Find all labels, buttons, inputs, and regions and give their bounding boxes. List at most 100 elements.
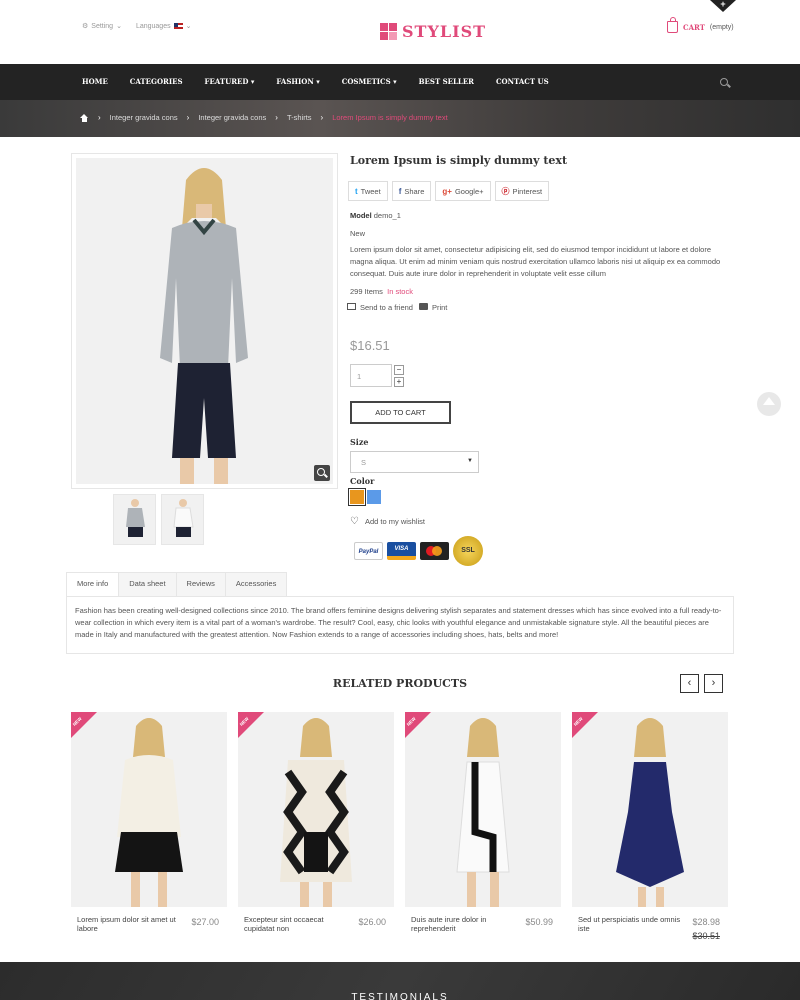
setting-dropdown[interactable]: ⚙ Setting ⌄ <box>82 22 122 31</box>
top-bar: ⚙ Setting ⌄ Languages ⌄ STYLIST CART (emp… <box>0 0 800 64</box>
nav-best-seller[interactable]: BEST SELLER <box>419 77 474 86</box>
language-dropdown[interactable]: Languages ⌄ <box>136 22 192 31</box>
chevron-right-icon: › <box>275 113 278 122</box>
tab-panel-more-info: Fashion has been creating well-designed … <box>66 596 734 654</box>
scroll-top-button[interactable] <box>757 392 781 416</box>
thumb-grey-sweater <box>126 499 145 537</box>
color-swatch-orange[interactable] <box>348 488 366 506</box>
stock-status: In stock <box>387 287 413 296</box>
plus-icon[interactable]: + <box>710 0 736 12</box>
twitter-icon: t <box>355 186 358 196</box>
facebook-share-button[interactable]: f Share <box>391 181 432 201</box>
model-grey-sweater-image <box>160 168 248 484</box>
nav-featured[interactable]: FEATURED ▾ <box>205 77 255 86</box>
ssl-badge-icon: SSL <box>453 536 483 566</box>
tab-reviews[interactable]: Reviews <box>175 572 226 596</box>
shopping-bag-icon <box>667 17 678 33</box>
paypal-icon: PayPal <box>354 542 383 560</box>
model-geometric-cardigan-image <box>280 718 352 907</box>
breadcrumb-current: Lorem Ipsum is simply dummy text <box>332 113 448 122</box>
product-price: $50.99 <box>525 917 553 927</box>
product-title: Lorem Ipsum is simply dummy text <box>350 154 568 167</box>
add-to-wishlist-link[interactable]: ♡ Add to my wishlist <box>350 515 425 527</box>
old-price: $30.51 <box>692 931 720 941</box>
testimonials-section: TESTIMONIALS <box>0 962 800 1000</box>
visa-icon: VISA <box>387 542 416 560</box>
size-label: Size <box>350 437 369 447</box>
carousel-prev-button[interactable]: ‹ <box>680 674 699 693</box>
product-price: $16.51 <box>350 338 390 353</box>
zoom-icon[interactable] <box>314 465 330 481</box>
product-image[interactable]: NEW <box>405 712 561 907</box>
product-image[interactable]: NEW <box>238 712 394 907</box>
breadcrumb-link[interactable]: Integer gravida cons <box>110 113 178 122</box>
brand-logo[interactable]: STYLIST <box>380 22 486 41</box>
brand-name: STYLIST <box>402 22 487 41</box>
action-links: Send to a friend Print <box>347 303 447 312</box>
thumbnail-1[interactable] <box>113 494 156 545</box>
heart-icon: ♡ <box>350 515 359 527</box>
nav-cosmetics[interactable]: COSMETICS ▾ <box>342 77 397 86</box>
gear-icon: ⚙ <box>82 23 89 30</box>
product-price: $26.00 <box>358 917 386 927</box>
size-select[interactable]: S ▼ <box>350 451 479 473</box>
carousel-next-button[interactable]: › <box>704 674 723 693</box>
product-image[interactable]: NEW <box>71 712 227 907</box>
tab-data-sheet[interactable]: Data sheet <box>118 572 177 596</box>
product-tabs: More info Data sheet Reviews Accessories <box>66 572 288 597</box>
product-image[interactable]: NEW <box>572 712 728 907</box>
google-plus-icon: g+ <box>442 186 452 196</box>
product-name[interactable]: Excepteur sint occaecat cupidatat non <box>244 915 349 933</box>
product-photo <box>76 158 333 484</box>
nav-fashion[interactable]: FASHION ▾ <box>276 77 319 86</box>
print-link[interactable]: Print <box>418 303 447 312</box>
quantity-decrease-button[interactable]: − <box>394 365 404 375</box>
breadcrumb-link[interactable]: Integer gravida cons <box>198 113 266 122</box>
stock-info: 299 Items In stock <box>350 287 413 296</box>
search-icon[interactable] <box>720 78 728 86</box>
model-navy-dress-image <box>616 718 684 907</box>
breadcrumb: › Integer gravida cons › Integer gravida… <box>0 100 800 137</box>
quantity-input[interactable]: 1 <box>350 364 392 387</box>
us-flag-icon <box>173 23 183 29</box>
logo-mark-icon <box>380 23 397 40</box>
chevron-right-icon: › <box>320 113 324 122</box>
google-plus-button[interactable]: g+ Google+ <box>435 181 491 201</box>
thumbnail-2[interactable] <box>161 494 204 545</box>
related-product-card[interactable]: NEW Duis aute irure dolor in reprehender… <box>405 712 561 933</box>
facebook-icon: f <box>398 186 402 196</box>
condition: New <box>350 229 366 238</box>
quantity-increase-button[interactable]: + <box>394 377 404 387</box>
product-main-image[interactable] <box>71 153 338 489</box>
payment-methods: PayPal VISA SSL <box>354 536 483 566</box>
tweet-button[interactable]: t Tweet <box>348 181 388 201</box>
tab-accessories[interactable]: Accessories <box>224 572 288 596</box>
product-name[interactable]: Sed ut perspiciatis unde omnis iste <box>578 915 683 933</box>
nav-categories[interactable]: CATEGORIES <box>130 77 183 86</box>
related-product-card[interactable]: NEW Lorem ipsum dolor sit amet ut labore… <box>71 712 227 933</box>
add-to-cart-button[interactable]: ADD TO CART <box>350 401 451 424</box>
breadcrumb-link[interactable]: T-shirts <box>287 113 312 122</box>
cart-button[interactable]: CART (empty) <box>667 17 734 33</box>
share-buttons: t Tweet f Share g+ Google+ ⓟ Pinterest <box>348 181 550 201</box>
caret-down-icon: ▼ <box>467 458 473 464</box>
color-swatch-blue[interactable] <box>367 490 381 504</box>
chevron-right-icon: › <box>186 113 190 122</box>
cart-status: (empty) <box>709 23 734 31</box>
tab-more-info[interactable]: More info <box>66 572 120 597</box>
thumb-white-sweater <box>173 499 194 537</box>
product-name[interactable]: Duis aute irure dolor in reprehenderit <box>411 915 516 933</box>
thumbnail-list <box>113 494 204 545</box>
top-bar-settings: ⚙ Setting ⌄ Languages ⌄ <box>82 22 192 31</box>
product-name[interactable]: Lorem ipsum dolor sit amet ut labore <box>77 915 182 933</box>
model-cream-sweater-image <box>115 718 183 907</box>
pinterest-button[interactable]: ⓟ Pinterest <box>494 181 550 201</box>
nav-contact-us[interactable]: CONTACT US <box>496 77 549 86</box>
printer-icon <box>418 303 428 310</box>
product-price: $27.00 <box>191 917 219 927</box>
nav-home[interactable]: HOME <box>82 77 108 86</box>
home-icon[interactable] <box>80 113 89 122</box>
related-product-card[interactable]: NEW Excepteur sint occaecat cupidatat no… <box>238 712 394 933</box>
send-to-friend-link[interactable]: Send to a friend <box>347 303 413 312</box>
related-product-card[interactable]: NEW Sed ut perspiciatis unde omnis iste … <box>572 712 728 941</box>
